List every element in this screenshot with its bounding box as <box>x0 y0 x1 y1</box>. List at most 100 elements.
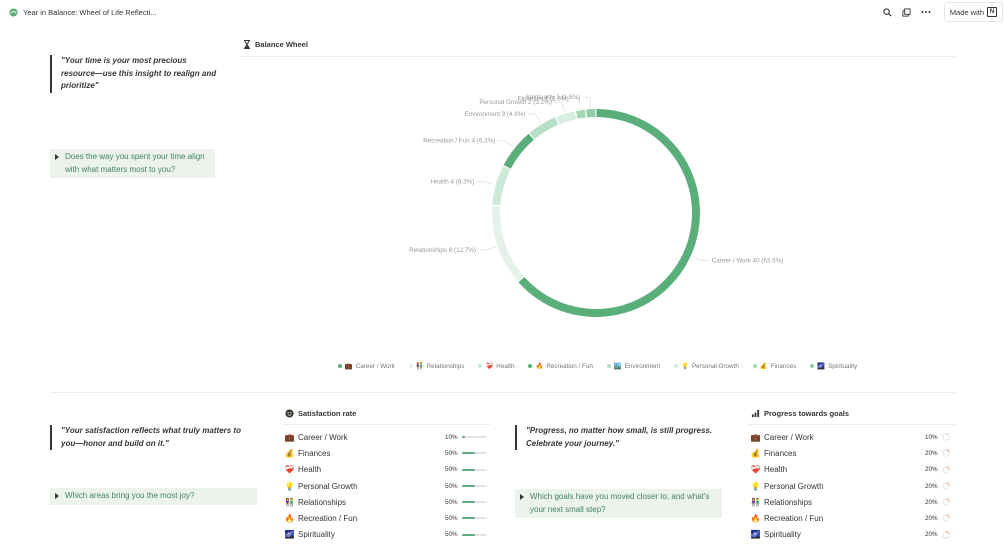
joy-toggle[interactable]: Which areas bring you the most joy? <box>50 488 257 505</box>
legend-emoji-icon: 💡 <box>681 363 689 370</box>
area-emoji-icon: 🔥 <box>750 514 761 524</box>
breadcrumb[interactable]: Year in Balance: Wheel of Life Reflecti.… <box>0 8 157 17</box>
satisfaction-bar <box>462 501 487 504</box>
area-emoji-icon: 🌌 <box>750 530 761 540</box>
balance-wheel-heading: Balance Wheel <box>243 40 308 49</box>
toggle-triangle-icon <box>55 493 59 499</box>
satisfaction-bar-fill <box>462 452 475 455</box>
legend-swatch <box>606 364 611 368</box>
percent-value: 20% <box>925 531 938 539</box>
slice-finances[interactable] <box>576 109 586 119</box>
slice-relationships[interactable] <box>492 205 524 282</box>
progress-heading: Progress towards goals <box>751 409 849 418</box>
percent-value: 20% <box>925 515 938 523</box>
data-label-environment: Environment 3 (4.8%) <box>465 111 526 118</box>
list-item[interactable]: 💼 Career / Work 10% <box>748 429 955 445</box>
page-title[interactable]: Year in Balance: Wheel of Life Reflecti.… <box>23 8 157 17</box>
leader-line-environment <box>527 113 541 123</box>
legend-swatch <box>408 364 413 368</box>
slice-environment[interactable] <box>529 117 559 140</box>
list-item[interactable]: 💡 Personal Growth 20% <box>748 478 955 494</box>
goals-toggle[interactable]: Which goals have you moved closer to, an… <box>515 489 722 518</box>
legend-label: Environment <box>624 362 661 370</box>
legend-item[interactable]: 👫 Relationships <box>408 362 464 370</box>
legend-label: Health <box>496 362 515 370</box>
percent-value: 20% <box>925 498 938 506</box>
satisfaction-bar-fill <box>462 484 475 487</box>
balance-wheel-chart: Career / Work 40 (63.5%) Relationships 8 … <box>409 94 783 317</box>
topbar: Year in Balance: Wheel of Life Reflecti.… <box>0 0 1005 24</box>
progress-list: 💼 Career / Work 10% 💰 Finances 20% ❤️‍🩹 Health 2… <box>748 429 955 543</box>
satisfaction-bar-fill <box>462 517 475 520</box>
area-emoji-icon: 💼 <box>284 432 295 442</box>
area-emoji-icon: 🔥 <box>284 514 295 524</box>
area-label: Relationships <box>764 497 813 507</box>
list-item[interactable]: 👫 Relationships 20% <box>748 494 955 510</box>
area-label: Career / Work <box>764 432 814 442</box>
slice-career-work[interactable] <box>518 109 700 317</box>
list-item[interactable]: 💼 Career / Work 10% <box>282 429 490 445</box>
percent-value: 50% <box>445 498 458 506</box>
satisfaction-bar <box>462 533 487 536</box>
legend-label: Finances <box>770 362 797 370</box>
legend-item[interactable]: 💰 Finances <box>752 362 797 370</box>
data-label-recreation-fun: Recreation / Fun 4 (6.3%) <box>423 138 495 145</box>
progress-ring-icon <box>942 531 950 539</box>
notion-logo-icon: N <box>987 7 997 17</box>
percent-value: 20% <box>925 449 938 457</box>
data-label-relationships: Relationships 8 (12.7%) <box>409 247 476 254</box>
divider <box>50 392 955 393</box>
list-item[interactable]: 🔥 Recreation / Fun 20% <box>748 510 955 526</box>
slice-spirituality[interactable] <box>586 109 596 118</box>
list-item[interactable]: 🌌 Spirituality 50% <box>282 527 490 543</box>
area-label: Spirituality <box>298 530 335 540</box>
legend-item[interactable]: 💡 Personal Growth <box>674 362 739 370</box>
list-item[interactable]: 💰 Finances 20% <box>748 445 955 461</box>
list-item[interactable]: 🔥 Recreation / Fun 50% <box>282 510 490 526</box>
list-item[interactable]: 👫 Relationships 50% <box>282 494 490 510</box>
data-label-spirituality: Spirituality 1 (1.6%) <box>526 94 581 101</box>
legend-item[interactable]: 💼 Career / Work <box>337 362 395 370</box>
satisfaction-title: Satisfaction rate <box>298 409 357 418</box>
made-with-label: Made with <box>949 7 984 17</box>
percent-value: 50% <box>445 466 458 474</box>
more-icon[interactable] <box>921 7 931 17</box>
list-item[interactable]: ❤️‍🩹 Health 50% <box>282 462 490 478</box>
satisfaction-heading: Satisfaction rate <box>285 409 356 418</box>
list-item[interactable]: ❤️‍🩹 Health 20% <box>748 462 955 478</box>
divider <box>748 424 955 425</box>
legend-item[interactable]: 🌌 Spirituality <box>810 362 857 370</box>
hourglass-icon <box>244 40 250 49</box>
satisfaction-bar-fill <box>462 468 475 471</box>
satisfaction-bar <box>462 484 487 487</box>
list-item[interactable]: 🌌 Spirituality 20% <box>748 527 955 543</box>
area-emoji-icon: 💼 <box>750 432 761 442</box>
search-icon[interactable] <box>883 7 893 17</box>
area-label: Recreation / Fun <box>298 514 358 524</box>
list-item[interactable]: 💡 Personal Growth 50% <box>282 478 490 494</box>
duplicate-icon[interactable] <box>902 7 912 17</box>
legend-emoji-icon: 💼 <box>344 363 353 370</box>
slice-personal-growth[interactable] <box>556 111 577 125</box>
legend-emoji-icon: 👫 <box>415 363 424 370</box>
slice-health[interactable] <box>492 166 511 206</box>
legend-item[interactable]: 🏙️ Environment <box>606 362 661 370</box>
leader-line-spirituality <box>582 96 592 108</box>
slice-recreation-fun[interactable] <box>503 133 534 169</box>
bar-chart-icon <box>751 409 760 418</box>
progress-ring-icon <box>942 465 950 474</box>
satisfaction-bar-fill <box>462 533 475 536</box>
area-emoji-icon: 💡 <box>284 481 295 491</box>
legend-item[interactable]: ❤️‍🩹 Health <box>478 362 514 370</box>
area-emoji-icon: 💰 <box>284 448 295 458</box>
progress-ring-icon <box>942 482 950 490</box>
area-emoji-icon: 👫 <box>750 497 761 507</box>
legend-swatch <box>752 364 757 368</box>
legend-item[interactable]: 🔥 Recreation / Fun <box>528 362 593 370</box>
list-item[interactable]: 💰 Finances 50% <box>282 445 490 461</box>
satisfaction-list: 💼 Career / Work 10% 💰 Finances 50% ❤️‍🩹 Health 5… <box>282 429 490 543</box>
made-with-button[interactable]: Made with N <box>943 2 1003 22</box>
time-reflection-toggle[interactable]: Does the way you spent your time align w… <box>50 149 215 178</box>
leader-line-career-work <box>692 256 710 262</box>
area-emoji-icon: 💡 <box>750 481 761 491</box>
